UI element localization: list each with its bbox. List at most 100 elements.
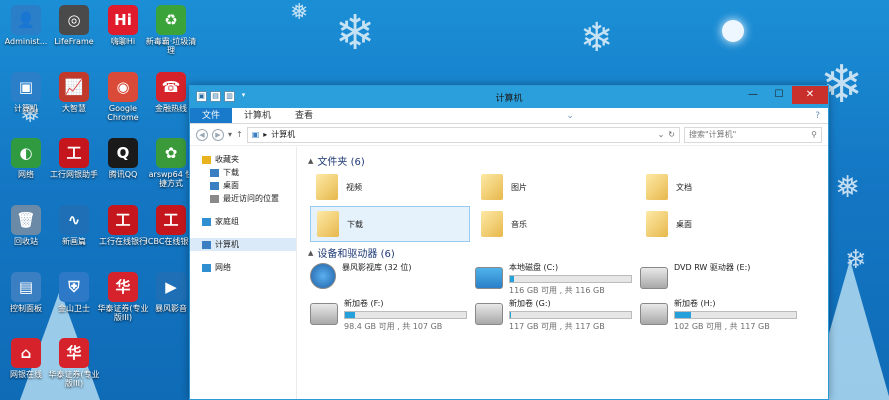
forward-button[interactable]: ▶ (212, 128, 224, 141)
desktop-icon[interactable]: 👤 Administ... (0, 5, 52, 46)
folder-item[interactable]: 桌面 (640, 206, 800, 242)
folder-label: 视频 (346, 182, 362, 192)
folder-item[interactable]: 文档 (640, 169, 800, 205)
desktop-icon[interactable]: ⌂ 网银在线 (0, 338, 52, 379)
drive-info: 本地磁盘 (C:) 116 GB 可用 , 共 116 GB (509, 261, 640, 296)
desktop-icon[interactable]: ▤ 控制面板 (0, 272, 52, 313)
address-bar[interactable]: ▣ ▸ 计算机 ⌄ ↻ (246, 126, 680, 143)
desktop-icon[interactable]: ∿ 新画篇 (48, 205, 100, 246)
desktop-icon[interactable]: ◐ 网络 (0, 138, 52, 179)
desktop-icon[interactable]: 华华泰证券(专业版III) (97, 272, 149, 322)
star-icon (202, 155, 211, 164)
snowflake-icon: ❅ (290, 0, 309, 25)
address-dropdown-icon[interactable]: ⌄ (658, 130, 665, 139)
drive-item[interactable]: 暴风影视库 (32 位) (310, 261, 475, 295)
desktop-icon[interactable]: ⛨ 金山卫士 (48, 272, 100, 313)
minimize-button[interactable]: — (740, 86, 766, 104)
help-icon[interactable]: ? (815, 108, 828, 123)
desktop-icon-label: LifeFrame (54, 37, 94, 46)
drive-info: 新加卷 (H:) 102 GB 可用 , 共 117 GB (674, 297, 805, 332)
nav-item[interactable]: 家庭组 (190, 215, 296, 228)
folder-label: 下载 (347, 219, 363, 229)
search-icon[interactable]: ⚲ (811, 128, 817, 142)
desktop-icon[interactable]: Q 腾讯QQ (97, 138, 149, 179)
nav-item[interactable]: 最近访问的位置 (190, 192, 296, 205)
content-pane: ▲ 文件夹 (6) 视频 图片 文档下载 音乐 桌面 ▲ 设备和驱动器 (6) 暴风影视… (300, 147, 828, 399)
desktop-icon[interactable]: ▣ 计算机 (0, 72, 52, 113)
tab-computer[interactable]: 计算机 (232, 108, 283, 123)
icbc-online-icon: 工 (108, 205, 138, 235)
drive-usage-fill (345, 312, 355, 318)
desktop-icon[interactable]: Hi 嗨聊Hi (97, 5, 149, 46)
nav-item[interactable]: 下载 (190, 166, 296, 179)
desktop-icon[interactable]: ♻ 新毒霸·垃圾清理 (145, 5, 197, 55)
drive-usage-bar (344, 311, 467, 319)
drive-item[interactable]: 本地磁盘 (C:) 116 GB 可用 , 共 116 GB (475, 261, 640, 295)
desktop-icon[interactable]: 华华泰证券(专业版III) (48, 338, 100, 388)
desktop-icon[interactable]: 工工行在线银行 (97, 205, 149, 246)
computer-icon (202, 240, 211, 249)
homegroup-icon (202, 217, 211, 226)
folder-item[interactable]: 下载 (310, 206, 470, 242)
nav-item[interactable]: 收藏夹 (190, 153, 296, 166)
drive-item[interactable]: 新加卷 (H:) 102 GB 可用 , 共 117 GB (640, 297, 805, 331)
htsc-icon: 华 (108, 272, 138, 302)
drive-item[interactable]: DVD RW 驱动器 (E:) (640, 261, 805, 295)
folders-section-header[interactable]: ▲ 文件夹 (6) (308, 153, 365, 169)
drive-label: 本地磁盘 (C:) (509, 263, 559, 272)
camera-icon: ◎ (59, 5, 89, 35)
drives-section-header[interactable]: ▲ 设备和驱动器 (6) (308, 245, 395, 261)
desktop-icon[interactable]: ◎ LifeFrame (48, 5, 100, 46)
tab-file[interactable]: 文件 (190, 108, 233, 123)
desktop-icon-label: 网银在线 (10, 370, 42, 379)
folder-item[interactable]: 图片 (475, 169, 635, 205)
navigation-pane: 收藏夹下载桌面最近访问的位置 家庭组计算机网络 (190, 147, 297, 399)
nav-item[interactable]: 桌面 (190, 179, 296, 192)
recent-dropdown-icon[interactable]: ▾ (228, 130, 232, 139)
drive-item[interactable]: 新加卷 (F:) 98.4 GB 可用 , 共 107 GB (310, 297, 475, 331)
nav-item-label: 收藏夹 (215, 155, 239, 164)
drive-label: DVD RW 驱动器 (E:) (674, 263, 751, 272)
desktop-icon-label: 工行在线银行 (99, 237, 147, 246)
collapse-icon[interactable]: ▲ (308, 157, 313, 165)
title-bar[interactable]: ▣ ▤ ▥ ▾ 计算机 — ☐ ✕ (190, 86, 828, 108)
drive-label: 新加卷 (H:) (674, 299, 716, 308)
drive-item[interactable]: 新加卷 (G:) 117 GB 可用 , 共 117 GB (475, 297, 640, 331)
refresh-icon[interactable]: ↻ (668, 130, 675, 139)
ribbon-tabs: 文件 计算机 查看 ⌄ ? (190, 108, 828, 124)
recycle-bin-icon: 🗑 (11, 205, 41, 235)
tab-view[interactable]: 查看 (283, 108, 325, 123)
search-input[interactable]: 搜索"计算机" ⚲ (684, 126, 822, 143)
nav-item-label: 桌面 (223, 181, 239, 190)
desktop-icon[interactable]: 工工行网银助手 (48, 138, 100, 179)
drive-usage-fill (510, 276, 514, 282)
maximize-button[interactable]: ☐ (766, 86, 792, 104)
folder-label: 桌面 (676, 219, 692, 229)
up-button[interactable]: ↑ (236, 130, 243, 139)
close-button[interactable]: ✕ (792, 86, 828, 104)
media-player-icon: ▶ (156, 272, 186, 302)
videos-folder-icon (316, 174, 338, 200)
nav-item[interactable]: 网络 (190, 261, 296, 274)
hard-drive-icon (475, 303, 503, 325)
folder-item[interactable]: 音乐 (475, 206, 635, 242)
desktop-icon-label: 网络 (18, 170, 34, 179)
desktop-icon-label: 计算机 (14, 104, 38, 113)
hotline-icon: ☎ (156, 72, 186, 102)
address-path[interactable]: 计算机 (271, 129, 295, 140)
expand-ribbon-icon[interactable]: ⌄ (558, 108, 582, 123)
folder-item[interactable]: 视频 (310, 169, 470, 205)
nav-item[interactable]: 计算机 (190, 238, 296, 251)
swirl-icon: ∿ (59, 205, 89, 235)
desktop-icon[interactable]: ◉ Google Chrome (97, 72, 149, 122)
window-title: 计算机 (495, 94, 523, 104)
back-button[interactable]: ◀ (196, 128, 208, 141)
desktop-icon-label: Google Chrome (107, 104, 139, 122)
icbc-icon: 工 (59, 138, 89, 168)
globe-icon: ◐ (11, 138, 41, 168)
desktop-icon[interactable]: 🗑 回收站 (0, 205, 52, 246)
desktop-icon[interactable]: 📈 大智慧 (48, 72, 100, 113)
explorer-window: ▣ ▤ ▥ ▾ 计算机 — ☐ ✕ 文件 计算机 查看 ⌄ ? ◀ ▶ ▾ ↑ … (189, 85, 829, 400)
collapse-icon[interactable]: ▲ (308, 249, 313, 257)
desktop-icon-label: Administ... (4, 37, 48, 46)
